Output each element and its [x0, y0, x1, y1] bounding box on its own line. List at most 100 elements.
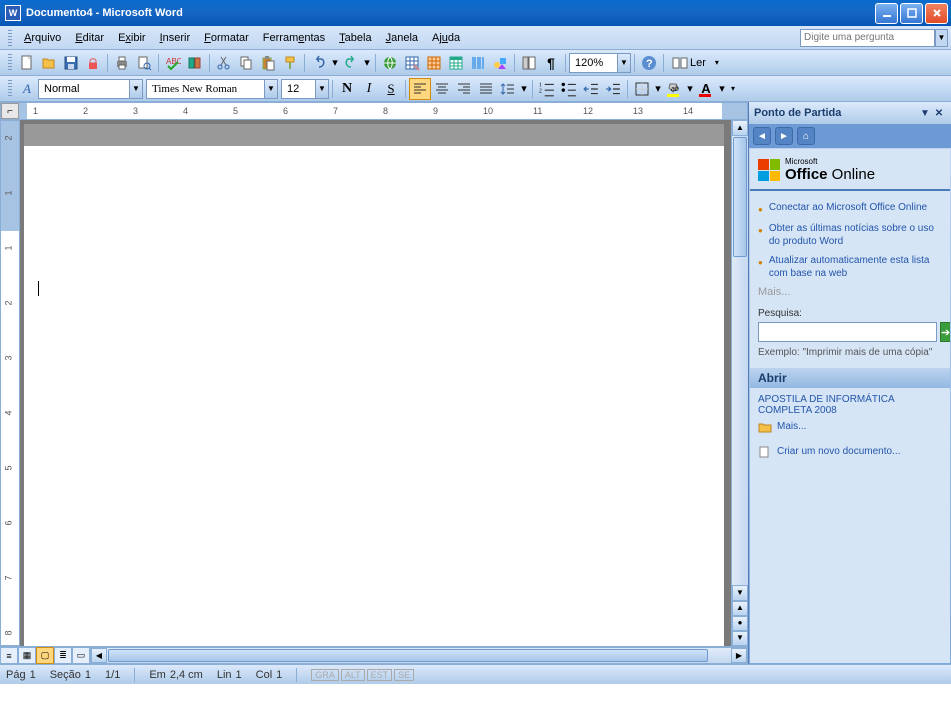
underline-button[interactable]: S	[380, 78, 402, 100]
doc-map-button[interactable]	[518, 52, 540, 74]
prev-page-button[interactable]: ▲	[732, 601, 748, 616]
horizontal-ruler[interactable]: ⌐ 1234567891011121314	[0, 102, 748, 120]
line-spacing-dropdown[interactable]: ▾	[519, 78, 529, 100]
maximize-button[interactable]	[900, 3, 923, 24]
show-marks-button[interactable]: ¶	[540, 52, 562, 74]
outline-view-button[interactable]: ≣	[54, 647, 72, 664]
menu-ajuda[interactable]: Ajuda	[425, 30, 467, 46]
scroll-thumb[interactable]	[733, 137, 747, 257]
menu-janela[interactable]: Janela	[379, 30, 425, 46]
toolbar-grip[interactable]	[8, 30, 12, 46]
decrease-indent-button[interactable]	[580, 78, 602, 100]
scroll-right-button[interactable]: ▶	[731, 648, 747, 663]
drawing-button[interactable]	[489, 52, 511, 74]
undo-button[interactable]	[308, 52, 330, 74]
page[interactable]	[24, 124, 724, 646]
taskpane-link[interactable]: ●Obter as últimas notícias sobre o uso d…	[758, 222, 942, 248]
taskpane-link[interactable]: ●Conectar ao Microsoft Office Online	[758, 201, 942, 216]
new-document-link[interactable]: Criar um novo documento...	[758, 446, 942, 458]
read-mode-button[interactable]: Ler	[667, 52, 711, 74]
print-button[interactable]	[111, 52, 133, 74]
status-mode-gra[interactable]: GRA	[311, 669, 339, 681]
help-button[interactable]: ?	[638, 52, 660, 74]
highlight-button[interactable]: ab	[663, 78, 685, 100]
menu-tabela[interactable]: Tabela	[332, 30, 378, 46]
bold-button[interactable]: N	[336, 78, 358, 100]
align-left-button[interactable]	[409, 78, 431, 100]
status-mode-est[interactable]: EST	[367, 669, 393, 681]
menu-ferramentas[interactable]: Ferramentas	[256, 30, 332, 46]
minimize-button[interactable]	[875, 3, 898, 24]
taskpane-link[interactable]: ●Atualizar automaticamente esta lista co…	[758, 254, 942, 280]
copy-button[interactable]	[235, 52, 257, 74]
borders-dropdown[interactable]: ▾	[653, 78, 663, 100]
undo-dropdown[interactable]: ▾	[330, 52, 340, 74]
close-button[interactable]	[925, 3, 948, 24]
italic-button[interactable]: I	[358, 78, 380, 100]
open-button[interactable]	[38, 52, 60, 74]
menu-exibir[interactable]: Exibir	[111, 30, 153, 46]
toolbar-options[interactable]: ▾	[711, 58, 723, 67]
print-preview-button[interactable]	[133, 52, 155, 74]
hyperlink-button[interactable]	[379, 52, 401, 74]
tab-selector[interactable]: ⌐	[1, 103, 19, 119]
highlight-dropdown[interactable]: ▾	[685, 78, 695, 100]
status-mode-alt[interactable]: ALT	[341, 669, 365, 681]
search-go-button[interactable]: ➔	[940, 322, 950, 342]
next-page-button[interactable]: ▼	[732, 631, 748, 646]
reading-view-button[interactable]: ▭	[72, 647, 90, 664]
menu-formatar[interactable]: Formatar	[197, 30, 256, 46]
line-spacing-button[interactable]	[497, 78, 519, 100]
horizontal-scrollbar[interactable]: ◀ ▶	[90, 647, 748, 664]
menu-editar[interactable]: Editar	[68, 30, 111, 46]
paste-button[interactable]	[257, 52, 279, 74]
tables-borders-button[interactable]	[401, 52, 423, 74]
zoom-dropdown[interactable]: ▼	[617, 54, 630, 72]
new-button[interactable]	[16, 52, 38, 74]
vertical-scrollbar[interactable]: ▲ ▼ ▲ ● ▼	[731, 120, 748, 646]
toolbar-grip[interactable]	[8, 54, 12, 72]
more-docs-link[interactable]: Mais...	[758, 421, 942, 433]
font-color-dropdown[interactable]: ▾	[717, 78, 727, 100]
justify-button[interactable]	[475, 78, 497, 100]
search-input[interactable]	[758, 322, 937, 342]
font-dropdown[interactable]: ▼	[264, 80, 277, 98]
insert-table-button[interactable]	[423, 52, 445, 74]
permission-button[interactable]	[82, 52, 104, 74]
spellcheck-button[interactable]: ABC	[162, 52, 184, 74]
back-button[interactable]: ◄	[753, 127, 771, 145]
ruler-left-margin[interactable]	[19, 103, 27, 119]
cut-button[interactable]	[213, 52, 235, 74]
scroll-up-button[interactable]: ▲	[732, 120, 748, 136]
print-layout-view-button[interactable]: ▢	[36, 647, 54, 664]
forward-button[interactable]: ►	[775, 127, 793, 145]
redo-button[interactable]	[340, 52, 362, 74]
toolbar-grip[interactable]	[8, 80, 12, 98]
home-button[interactable]: ⌂	[797, 127, 815, 145]
columns-button[interactable]	[467, 52, 489, 74]
more-link[interactable]: Mais...	[758, 286, 790, 298]
hscroll-thumb[interactable]	[108, 649, 708, 662]
numbering-button[interactable]: 12	[536, 78, 558, 100]
taskpane-menu-button[interactable]: ▼	[918, 108, 932, 119]
bullets-button[interactable]	[558, 78, 580, 100]
taskpane-close-button[interactable]: ✕	[932, 108, 946, 119]
save-button[interactable]	[60, 52, 82, 74]
align-center-button[interactable]	[431, 78, 453, 100]
style-dropdown[interactable]: ▼	[129, 80, 142, 98]
recent-document-link[interactable]: APOSTILA DE INFORMÁTICA COMPLETA 2008	[758, 394, 942, 416]
redo-dropdown[interactable]: ▾	[362, 52, 372, 74]
size-dropdown[interactable]: ▼	[315, 80, 328, 98]
document-area[interactable]	[20, 120, 731, 646]
format-painter-button[interactable]	[279, 52, 301, 74]
scroll-left-button[interactable]: ◀	[91, 648, 107, 663]
web-view-button[interactable]: ▦	[18, 647, 36, 664]
font-combo[interactable]: Times New Roman ▼	[146, 79, 278, 99]
research-button[interactable]	[184, 52, 206, 74]
style-combo[interactable]: Normal ▼	[38, 79, 143, 99]
menu-inserir[interactable]: Inserir	[153, 30, 198, 46]
size-combo[interactable]: 12 ▼	[281, 79, 329, 99]
font-color-button[interactable]: A	[695, 78, 717, 100]
toolbar-options[interactable]: ▾	[727, 84, 739, 93]
help-input[interactable]	[800, 29, 935, 47]
